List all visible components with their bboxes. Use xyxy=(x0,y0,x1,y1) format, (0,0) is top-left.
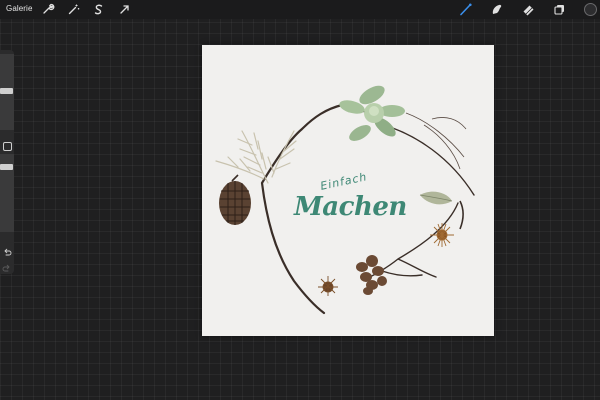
redo-icon[interactable] xyxy=(2,260,12,272)
dried-leaf xyxy=(419,191,464,230)
left-sidebar xyxy=(0,50,14,274)
lettering-machen: Machen xyxy=(294,192,407,222)
eraser-icon[interactable] xyxy=(521,2,536,17)
wrench-icon[interactable] xyxy=(40,2,55,17)
brush-icon[interactable] xyxy=(458,2,473,17)
brush-size-handle[interactable] xyxy=(0,88,13,94)
gallery-button[interactable]: Galerie xyxy=(6,4,33,13)
undo-icon[interactable] xyxy=(2,244,12,256)
top-toolbar: Galerie xyxy=(0,0,600,19)
smudge-icon[interactable] xyxy=(489,2,504,17)
seed-pod-bottom xyxy=(318,276,338,296)
alder-cones xyxy=(356,255,387,295)
magic-wand-icon[interactable] xyxy=(66,2,81,17)
layers-icon[interactable] xyxy=(552,2,567,17)
canvas-artwork xyxy=(215,85,475,315)
seed-pod-right xyxy=(430,223,454,247)
opacity-handle[interactable] xyxy=(0,164,13,170)
color-circle-icon[interactable] xyxy=(583,2,598,17)
succulent xyxy=(339,85,405,141)
pine-cone xyxy=(219,174,251,225)
selection-s-icon[interactable] xyxy=(91,2,106,17)
modify-button[interactable] xyxy=(3,142,12,151)
drawing-canvas[interactable]: Einfach Machen xyxy=(202,45,494,336)
transform-arrow-icon[interactable] xyxy=(117,2,132,17)
